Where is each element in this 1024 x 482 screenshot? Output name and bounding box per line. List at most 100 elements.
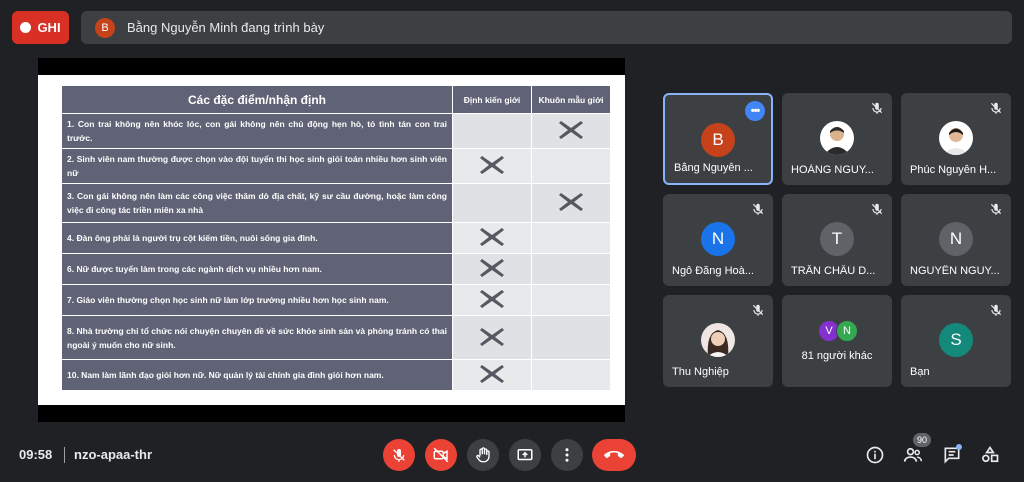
- avatar: B: [701, 123, 735, 157]
- slide-row: 2. Sinh viên nam thường được chọn vào độ…: [61, 148, 611, 185]
- mic-toggle-button[interactable]: [383, 439, 415, 471]
- activities-button[interactable]: [979, 444, 1001, 466]
- participants-button[interactable]: [902, 444, 924, 466]
- cross-mark-icon: [480, 365, 504, 384]
- avatar-photo: [820, 121, 854, 155]
- hand-icon: [476, 447, 490, 463]
- cross-mark-icon: [480, 327, 504, 346]
- avatar: N: [836, 320, 858, 342]
- cross-mark-icon: [559, 121, 583, 140]
- gender-stereotype-cell: [531, 253, 611, 286]
- presenter-avatar: B: [95, 17, 115, 38]
- participant-name: Ngô Đăng Hoà...: [672, 265, 754, 277]
- slide: Các đặc điểm/nhận định Định kiến giới Kh…: [38, 75, 625, 405]
- chat-notification-dot: [956, 444, 962, 450]
- mic-off-icon: [990, 102, 1002, 114]
- participant-name: Bạn: [910, 366, 930, 378]
- people-icon: [903, 447, 923, 462]
- gender-bias-cell: [452, 359, 532, 392]
- tile-others[interactable]: V N 81 người khác: [782, 295, 892, 387]
- record-button[interactable]: GHI: [12, 11, 69, 44]
- tile-participant[interactable]: Phúc Nguyễn H...: [901, 93, 1011, 185]
- gender-stereotype-cell: [531, 148, 611, 185]
- row-text: 3. Con gái không nên làm các công việc t…: [61, 183, 453, 224]
- gender-stereotype-cell: [531, 315, 611, 361]
- slide-row: 6. Nữ được tuyển làm trong các ngành dịc…: [61, 253, 611, 286]
- present-icon: [517, 449, 533, 461]
- more-options-button[interactable]: [551, 439, 583, 471]
- slide-row: 3. Con gái không nên làm các công việc t…: [61, 183, 611, 224]
- mic-off-icon: [990, 203, 1002, 215]
- participant-name: HOÀNG NGUY...: [791, 164, 874, 176]
- raise-hand-button[interactable]: [467, 439, 499, 471]
- row-text: 8. Nhà trường chỉ tổ chức nói chuyện chu…: [61, 315, 453, 361]
- slide-table: Các đặc điểm/nhận định Định kiến giới Kh…: [61, 85, 611, 392]
- hang-up-icon: [604, 450, 624, 459]
- gender-stereotype-cell: [531, 112, 611, 150]
- cross-mark-icon: [559, 193, 583, 212]
- slide-row: 10. Nam làm lãnh đạo giỏi hơn nữ. Nữ quả…: [61, 359, 611, 392]
- slide-row: 1. Con trai không nên khóc lóc, con gái …: [61, 112, 611, 150]
- gender-stereotype-cell: [531, 183, 611, 224]
- tile-presenter[interactable]: ••• B Bằng Nguyễn ...: [663, 93, 773, 185]
- shapes-icon: [982, 445, 999, 463]
- gender-bias-cell: [452, 253, 532, 286]
- row-text: 7. Giáo viên thường chọn học sinh nữ làm…: [61, 284, 453, 317]
- participant-name: Thu Nghiệp: [672, 366, 729, 378]
- cross-mark-icon: [480, 228, 504, 247]
- participant-name: NGUYÊN NGUY...: [910, 265, 1000, 277]
- gender-bias-cell: [452, 315, 532, 361]
- cross-mark-icon: [480, 156, 504, 175]
- more-options-icon[interactable]: •••: [745, 101, 765, 121]
- gender-stereotype-cell: [531, 222, 611, 255]
- record-dot-icon: [20, 22, 32, 33]
- record-label: GHI: [37, 20, 61, 35]
- gender-bias-cell: [452, 148, 532, 185]
- clock: 09:58: [19, 447, 53, 462]
- presenting-text: Bằng Nguyễn Minh đang trình bày: [127, 20, 325, 35]
- gender-stereotype-cell: [531, 359, 611, 392]
- avatar: T: [820, 222, 854, 256]
- avatar: N: [939, 222, 973, 256]
- gender-stereotype-cell: [531, 284, 611, 317]
- leave-call-button[interactable]: [592, 439, 636, 471]
- participant-count-badge: 90: [913, 433, 931, 447]
- tile-participant[interactable]: HOÀNG NGUY...: [782, 93, 892, 185]
- mic-off-icon: [871, 203, 883, 215]
- cross-mark-icon: [480, 259, 504, 278]
- gender-bias-cell: [452, 112, 532, 150]
- slide-row: 8. Nhà trường chỉ tổ chức nói chuyện chu…: [61, 315, 611, 361]
- slide-table-body: 1. Con trai không nên khóc lóc, con gái …: [61, 112, 611, 392]
- meeting-code: nzo-apaa-thr: [74, 447, 152, 462]
- slide-row: 4. Đàn ông phải là người trụ cột kiếm ti…: [61, 222, 611, 255]
- header-characteristics: Các đặc điểm/nhận định: [61, 85, 453, 114]
- avatar: S: [939, 323, 973, 357]
- present-screen-button[interactable]: [509, 439, 541, 471]
- others-count-label: 81 người khác: [801, 350, 873, 362]
- mic-off-icon: [990, 304, 1002, 316]
- mic-off-icon: [871, 102, 883, 114]
- cross-mark-icon: [480, 290, 504, 309]
- header-gender-stereotype: Khuôn mẫu giới: [531, 85, 611, 114]
- row-text: 2. Sinh viên nam thường được chọn vào độ…: [61, 148, 453, 185]
- mic-off-icon: [393, 449, 405, 462]
- more-vert-icon: [565, 448, 569, 462]
- gender-bias-cell: [452, 222, 532, 255]
- participant-name: Phúc Nguyễn H...: [910, 164, 997, 176]
- meeting-info-button[interactable]: [864, 444, 886, 466]
- gender-bias-cell: [452, 183, 532, 224]
- mic-off-icon: [752, 203, 764, 215]
- camera-toggle-button[interactable]: [425, 439, 457, 471]
- presenting-bar[interactable]: B Bằng Nguyễn Minh đang trình bày: [81, 11, 1012, 44]
- tile-participant[interactable]: N Ngô Đăng Hoà...: [663, 194, 773, 286]
- gender-bias-cell: [452, 284, 532, 317]
- tile-participant[interactable]: Thu Nghiệp: [663, 295, 773, 387]
- slide-row: 7. Giáo viên thường chọn học sinh nữ làm…: [61, 284, 611, 317]
- divider: [64, 447, 65, 463]
- tile-participant[interactable]: T TRẦN CHÂU D...: [782, 194, 892, 286]
- participant-name: TRẦN CHÂU D...: [791, 265, 876, 277]
- row-text: 4. Đàn ông phải là người trụ cột kiếm ti…: [61, 222, 453, 255]
- tile-participant[interactable]: N NGUYÊN NGUY...: [901, 194, 1011, 286]
- row-text: 1. Con trai không nên khóc lóc, con gái …: [61, 112, 453, 150]
- tile-self[interactable]: S Bạn: [901, 295, 1011, 387]
